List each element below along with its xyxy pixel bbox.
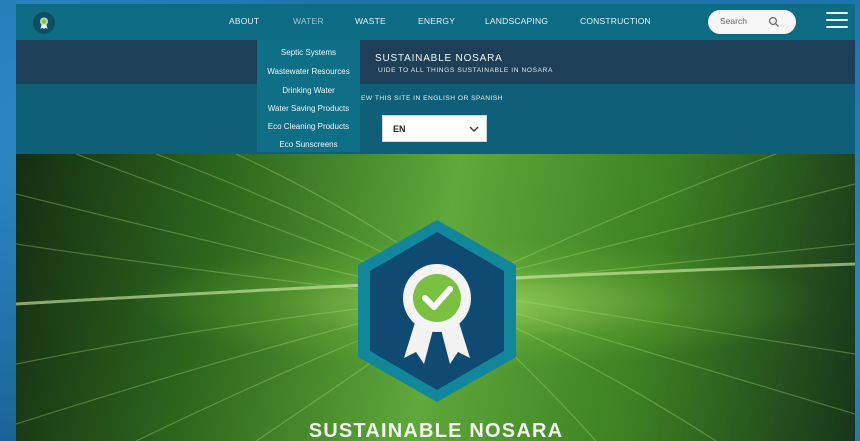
dropdown-item-water-saving-products[interactable]: Water Saving Products bbox=[257, 104, 360, 113]
dropdown-item-eco-cleaning-products[interactable]: Eco Cleaning Products bbox=[257, 122, 360, 131]
dropdown-item-wastewater-resources[interactable]: Wastewater Resources bbox=[257, 67, 360, 76]
hamburger-menu-icon[interactable] bbox=[826, 12, 848, 30]
search-input[interactable] bbox=[718, 15, 772, 27]
top-navigation: ABOUT WATER WASTE ENERGY LANDSCAPING CON… bbox=[16, 4, 855, 40]
site-title: SUSTAINABLE NOSARA bbox=[375, 53, 503, 64]
site-subtitle: UIDE TO ALL THINGS SUSTAINABLE IN NOSARA bbox=[378, 67, 553, 74]
browser-viewport: ABOUT WATER WASTE ENERGY LANDSCAPING CON… bbox=[16, 4, 855, 441]
language-label: EW THIS SITE IN ENGLISH OR SPANISH bbox=[361, 95, 504, 102]
language-select[interactable]: EN bbox=[382, 115, 487, 142]
site-logo[interactable] bbox=[33, 12, 55, 34]
hero-title: SUSTAINABLE NOSARA bbox=[308, 420, 564, 441]
hero-section: SUSTAINABLE NOSARA bbox=[16, 154, 855, 441]
nav-waste[interactable]: WASTE bbox=[355, 16, 386, 26]
search-icon[interactable] bbox=[768, 16, 780, 28]
nav-energy[interactable]: ENERGY bbox=[418, 16, 455, 26]
dropdown-item-drinking-water[interactable]: Drinking Water bbox=[257, 86, 360, 95]
language-selected-value: EN bbox=[393, 124, 406, 134]
chevron-down-icon bbox=[469, 126, 479, 132]
dropdown-item-septic-systems[interactable]: Septic Systems bbox=[257, 48, 360, 57]
nav-landscaping[interactable]: LANDSCAPING bbox=[485, 16, 548, 26]
nav-water[interactable]: WATER bbox=[293, 16, 324, 26]
nav-about[interactable]: ABOUT bbox=[229, 16, 259, 26]
dropdown-item-eco-sunscreens[interactable]: Eco Sunscreens bbox=[257, 140, 360, 149]
water-dropdown-menu: Septic Systems Wastewater Resources Drin… bbox=[257, 40, 360, 152]
search-box[interactable] bbox=[708, 10, 796, 34]
award-ribbon-check-icon bbox=[358, 220, 516, 402]
award-icon bbox=[40, 17, 48, 29]
nav-construction[interactable]: CONSTRUCTION bbox=[580, 16, 651, 26]
